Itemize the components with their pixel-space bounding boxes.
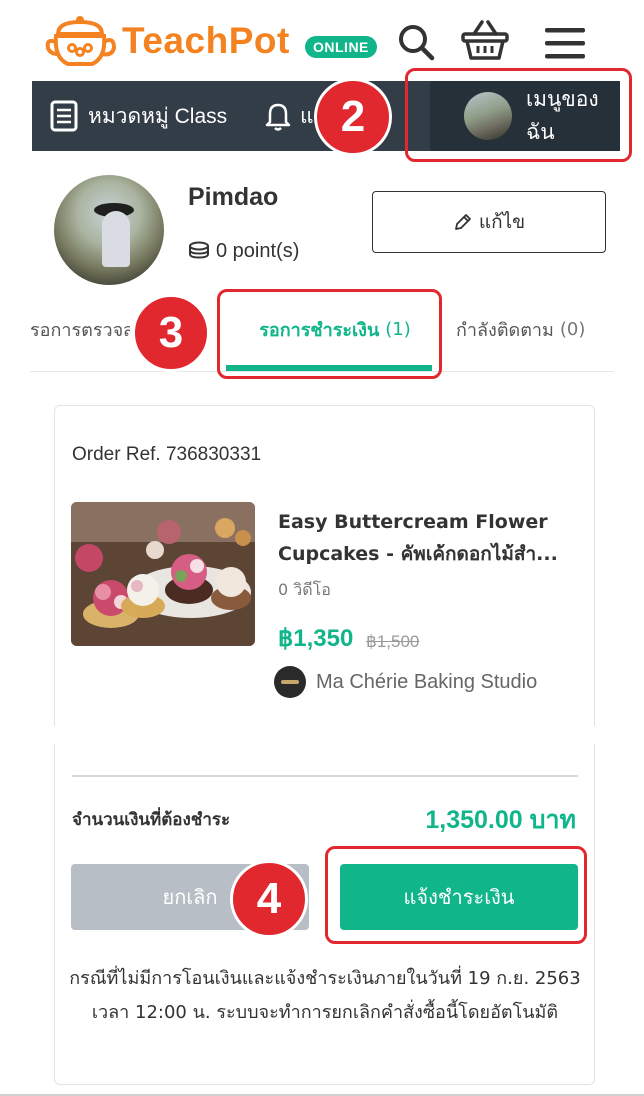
notify-payment-button[interactable]: แจ้งชำระเงิน	[340, 864, 578, 930]
pencil-icon	[454, 214, 471, 230]
course-old-price: ฿1,500	[366, 632, 420, 651]
online-badge: ONLINE	[305, 36, 377, 58]
course-title-line2: Cupcakes - คัพเค้กดอกไม้สำ...	[278, 543, 558, 565]
edit-profile-label: แก้ไข	[478, 212, 526, 233]
profile-name: Pimdao	[188, 183, 279, 211]
book-icon	[50, 100, 78, 132]
annotation-step-3: 3	[132, 294, 210, 372]
tab-pending-review[interactable]: รอการตรวจสอบ	[30, 290, 130, 368]
payment-deadline-notice: กรณีที่ไม่มีการโอนเงินและแจ้งชำระเงินภาย…	[69, 968, 581, 1023]
avatar	[464, 92, 512, 140]
nav-category[interactable]: หมวดหมู่ Class	[50, 81, 227, 151]
profile-avatar	[54, 175, 164, 285]
basket-icon[interactable]	[460, 18, 510, 62]
order-ref: Order Ref. 736830331	[72, 444, 262, 465]
nav-category-label: หมวดหมู่ Class	[88, 104, 228, 128]
order-tabs: รอการตรวจสอบ รอการชำระเงิน (1) กำลังติดต…	[30, 290, 614, 372]
logo-text: TeachPot	[122, 20, 290, 61]
site-logo[interactable]: TeachPot	[44, 14, 290, 68]
tab-following-label: กำลังติดตาม	[456, 319, 554, 341]
course-title-line1: Easy Buttercream Flower	[278, 511, 548, 533]
search-icon[interactable]	[396, 22, 436, 62]
course-title[interactable]: Easy Buttercream Flower Cupcakes - คัพเค…	[278, 506, 578, 570]
notify-payment-label: แจ้งชำระเงิน	[403, 885, 515, 909]
points-display: 0 point(s)	[188, 240, 299, 263]
amount-due-label: จำนวนเงินที่ต้องชำระ	[72, 810, 231, 830]
tab-following-count: (0)	[559, 318, 586, 340]
studio-logo-icon	[274, 666, 306, 698]
tab-pending-payment[interactable]: รอการชำระเงิน (1)	[226, 290, 444, 368]
teapot-logo-icon	[45, 16, 116, 66]
divider	[72, 775, 578, 777]
video-count: 0 วิดีโอ	[278, 580, 331, 599]
tab-pending-payment-label: รอการชำระเงิน	[259, 319, 380, 341]
avatar-person-shape	[102, 211, 130, 267]
course-thumbnail[interactable]	[71, 502, 255, 646]
nav-my-menu[interactable]: เมนูของฉัน	[430, 81, 620, 151]
bell-icon	[265, 103, 291, 131]
cupcakes-image	[71, 502, 255, 646]
nav-my-menu-label: เมนูของฉัน	[526, 88, 599, 144]
annotation-step-4: 4	[230, 860, 308, 938]
edit-profile-button[interactable]: แก้ไข	[372, 191, 606, 253]
tab-pending-payment-count: (1)	[385, 318, 411, 340]
cancel-order-label: ยกเลิก	[162, 885, 218, 909]
hamburger-menu-icon[interactable]	[545, 26, 585, 60]
card-separator-band	[30, 726, 614, 744]
studio-name: Ma Chérie Baking Studio	[316, 670, 538, 693]
course-price: ฿1,350	[278, 625, 354, 652]
tab-following[interactable]: กำลังติดตาม (0)	[456, 290, 585, 368]
tab-pending-review-label: รอการตรวจสอบ	[30, 319, 130, 341]
active-tab-indicator	[226, 365, 432, 371]
site-header: TeachPot ONLINE	[0, 0, 644, 82]
points-value: 0 point(s)	[216, 240, 300, 262]
annotation-step-2: 2	[314, 78, 392, 156]
amount-due-value: 1,350.00 บาท	[425, 806, 576, 834]
studio-link[interactable]: Ma Chérie Baking Studio	[274, 666, 537, 698]
coins-icon	[189, 241, 209, 259]
